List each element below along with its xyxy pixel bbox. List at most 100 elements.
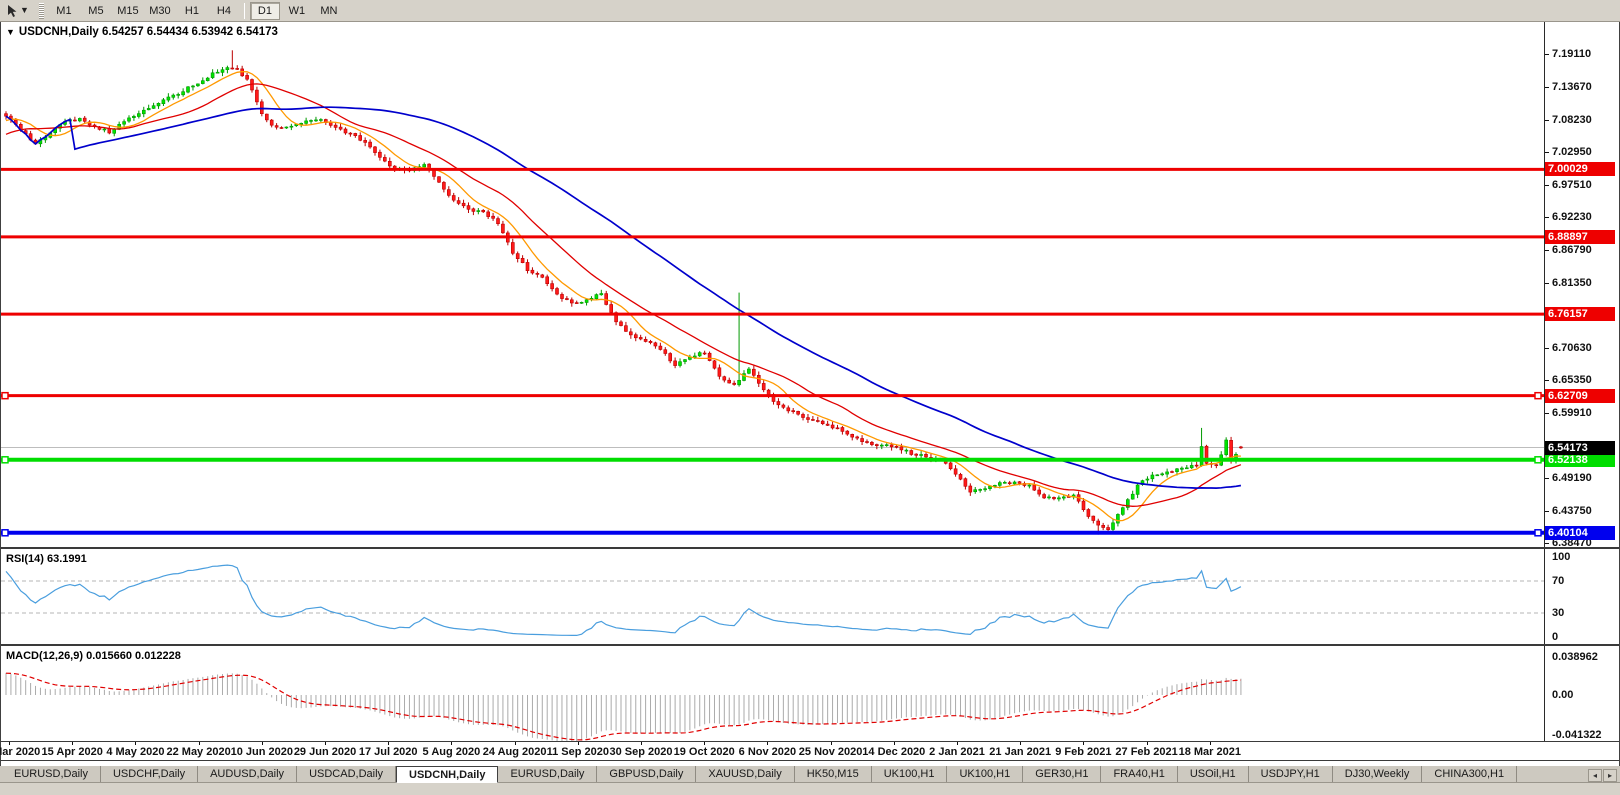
line-price-label: 6.52138: [1545, 452, 1615, 467]
timeframe-button-h4[interactable]: H4: [209, 2, 239, 20]
time-tick-label: 27 Feb 2021: [1115, 746, 1178, 758]
axis-tick: [1545, 347, 1549, 349]
time-tick-label: 19 Oct 2020: [673, 746, 735, 758]
price-tick-label: 6.86790: [1552, 243, 1592, 256]
price-plot[interactable]: ▼ USDCNH,Daily 6.54257 6.54434 6.53942 6.…: [1, 22, 1544, 547]
chart-tab-fra40-12[interactable]: FRA40,H1: [1101, 766, 1178, 782]
axis-tick: [1545, 184, 1549, 186]
price-tick-label: 6.81350: [1552, 276, 1592, 289]
chart-tab-ger30-11[interactable]: GER30,H1: [1023, 766, 1102, 782]
rsi-plot: RSI(14) 63.1991: [1, 549, 1544, 644]
axis-tick: [1545, 119, 1549, 121]
axis-tick: [1545, 412, 1549, 414]
symbol-label: USDCNH,Daily: [18, 26, 99, 38]
chart-tab-dj30-15[interactable]: DJ30,Weekly: [1333, 766, 1423, 782]
tab-scroll-left-button[interactable]: ◂: [1588, 769, 1602, 782]
time-tick: [9, 742, 10, 745]
time-tick-label: 27 Mar 2020: [0, 746, 41, 758]
timeframe-button-w1[interactable]: W1: [282, 2, 312, 20]
time-tick-label: 6 Nov 2020: [738, 746, 797, 758]
time-tick: [72, 742, 74, 745]
axis-tick: [1545, 510, 1549, 512]
time-tick: [261, 742, 263, 745]
timeframe-button-m15[interactable]: M15: [113, 2, 143, 20]
chart-tab-xauusd-7[interactable]: XAUUSD,Daily: [696, 766, 795, 782]
time-tick: [451, 742, 453, 745]
timeframe-button-h1[interactable]: H1: [177, 2, 207, 20]
macd-axis[interactable]: 0.038962 0.00 -0.041322: [1544, 646, 1619, 741]
time-tick-label: 2 Jan 2021: [929, 746, 985, 758]
time-tick: [893, 742, 895, 745]
rsi-axis[interactable]: 100 70 30 0: [1544, 549, 1619, 644]
tab-scroll-right-button[interactable]: ▸: [1603, 769, 1617, 782]
time-tick: [325, 742, 326, 745]
macd-pane[interactable]: MACD(12,26,9) 0.015660 0.012228 0.038962…: [1, 646, 1619, 742]
line-price-label: 6.62709: [1545, 388, 1615, 403]
toolbar-grip: [38, 2, 44, 19]
time-tick-label: 10 Jun 2020: [230, 746, 293, 758]
time-tick: [830, 742, 832, 745]
axis-tick: [1545, 216, 1549, 218]
time-tick-label: 4 May 2020: [106, 746, 165, 758]
time-tick: [704, 742, 706, 745]
chart-tab-china300-16[interactable]: CHINA300,H1: [1422, 766, 1518, 782]
time-tick: [767, 742, 769, 745]
macd-tick-label: 0.00: [1552, 689, 1574, 701]
rsi-chart: [1, 564, 1544, 637]
bottom-strip: [0, 783, 1620, 795]
ohlc-values: 6.54257 6.54434 6.53942 6.54173: [102, 26, 278, 38]
toolbar-separator: [243, 2, 245, 19]
time-tick-label: 5 Aug 2020: [422, 746, 481, 758]
chart-tab-eurusd-5[interactable]: EURUSD,Daily: [498, 766, 598, 782]
timeframe-button-mn[interactable]: MN: [314, 2, 344, 20]
symbol-dropdown-icon[interactable]: ▼: [6, 27, 15, 37]
price-tick-label: 6.65350: [1552, 373, 1592, 386]
chart-tab-usdjpy-14[interactable]: USDJPY,H1: [1249, 766, 1333, 782]
chart-tab-usdcad-3[interactable]: USDCAD,Daily: [297, 766, 397, 782]
chart-tab-uk100-9[interactable]: UK100,H1: [872, 766, 948, 782]
rsi-tick-label: 70: [1552, 575, 1565, 587]
time-tick: [957, 742, 958, 745]
timeframe-button-m30[interactable]: M30: [145, 2, 175, 20]
candlestick-chart: [1, 50, 1544, 537]
price-tick-label: 7.19110: [1552, 47, 1592, 60]
timeframe-button-d1[interactable]: D1: [249, 1, 280, 20]
current-price-label: 6.54173: [1545, 440, 1615, 455]
rsi-label: RSI(14) 63.1991: [6, 553, 87, 565]
cursor-arrow-icon: [6, 4, 18, 18]
price-tick-label: 6.97510: [1552, 178, 1592, 191]
chart-tab-usoil-13[interactable]: USOil,H1: [1178, 766, 1249, 782]
time-tick: [641, 742, 642, 745]
chart-tab-audusd-2[interactable]: AUDUSD,Daily: [198, 766, 298, 782]
price-tick-label: 7.02950: [1552, 145, 1592, 158]
chart-tab-gbpusd-6[interactable]: GBPUSD,Daily: [597, 766, 697, 782]
price-tick-label: 6.92230: [1552, 210, 1592, 223]
chart-tab-eurusd-0[interactable]: EURUSD,Daily: [2, 766, 101, 782]
price-axis[interactable]: 7.19110 7.13670 7.08230 7.02950 6.97510 6.922…: [1544, 22, 1619, 549]
time-tick: [388, 742, 390, 745]
chart-tab-hk50-8[interactable]: HK50,M15: [795, 766, 872, 782]
line-price-label: 6.88897: [1545, 229, 1615, 244]
time-tick: [1209, 742, 1211, 745]
chart-tab-usdchf-1[interactable]: USDCHF,Daily: [101, 766, 199, 782]
rsi-pane[interactable]: RSI(14) 63.1991 100 70 30 0: [1, 549, 1619, 646]
timeframe-button-m1[interactable]: M1: [49, 2, 79, 20]
price-tick-label: 6.70630: [1552, 341, 1592, 354]
price-tick-label: 6.43750: [1552, 504, 1592, 517]
chart-ohlc-title: ▼ USDCNH,Daily 6.54257 6.54434 6.53942 6.…: [6, 26, 278, 38]
price-tick-label: 7.08230: [1552, 113, 1592, 126]
cursor-tool-button[interactable]: ▼: [0, 1, 35, 21]
chart-tab-uk100-10[interactable]: UK100,H1: [947, 766, 1024, 782]
price-pane[interactable]: ▼ USDCNH,Daily 6.54257 6.54434 6.53942 6.…: [1, 22, 1619, 549]
time-tick-label: 14 Dec 2020: [862, 746, 926, 758]
time-tick-label: 22 May 2020: [166, 746, 231, 758]
time-tick-label: 24 Aug 2020: [482, 746, 547, 758]
time-tick-label: 25 Nov 2020: [798, 746, 863, 758]
chart-tab-usdcnh-4[interactable]: USDCNH,Daily: [396, 766, 499, 783]
axis-tick: [1545, 86, 1549, 88]
macd-label: MACD(12,26,9) 0.015660 0.012228: [6, 650, 181, 662]
price-tick-label: 6.49190: [1552, 471, 1592, 484]
time-axis[interactable]: 27 Mar 202015 Apr 20204 May 202022 May 2…: [0, 742, 1619, 761]
timeframe-button-m5[interactable]: M5: [81, 2, 111, 20]
time-tick: [1083, 742, 1085, 745]
